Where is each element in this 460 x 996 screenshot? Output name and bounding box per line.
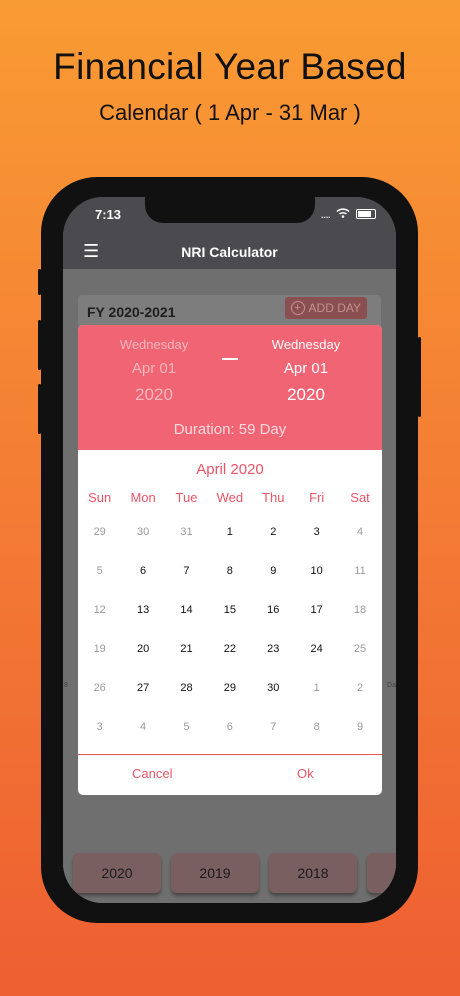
status-icons: .... xyxy=(321,207,376,221)
calendar-day[interactable]: 30 xyxy=(121,525,164,564)
promo-subline: Calendar ( 1 Apr - 31 Mar ) xyxy=(99,100,361,125)
side-fragment-right: Da xyxy=(387,682,396,689)
power-button xyxy=(418,337,421,417)
year-button-partial[interactable] xyxy=(367,853,396,893)
weekday-label: Mon xyxy=(130,490,156,505)
calendar-day[interactable]: 23 xyxy=(252,642,295,681)
calendar-day[interactable]: 8 xyxy=(208,564,251,603)
dialog-divider xyxy=(78,754,382,755)
phone-screen: 7:13 .... ☰ NRI Calculator FY 2020-2021 xyxy=(63,197,396,903)
to-weekday: Wednesday xyxy=(271,337,341,352)
nav-bar: ☰ NRI Calculator xyxy=(63,233,396,269)
calendar-day[interactable]: 22 xyxy=(208,642,251,681)
weekday-label: Sun xyxy=(88,490,112,505)
year-button[interactable]: 2020 xyxy=(73,853,161,893)
ok-button[interactable]: Ok xyxy=(297,766,314,781)
status-time: 7:13 xyxy=(95,207,122,222)
calendar-week-row: 19 20 21 22 23 24 25 xyxy=(78,642,382,681)
from-month-day: Apr 01 xyxy=(131,360,177,377)
from-year: 2020 xyxy=(135,385,173,404)
calendar-day[interactable]: 5 xyxy=(78,564,121,603)
calendar-day[interactable]: 29 xyxy=(208,681,251,720)
calendar-day[interactable]: 12 xyxy=(78,603,121,642)
weekday-label: Wed xyxy=(216,490,244,505)
signal-icon: .... xyxy=(320,207,331,221)
phone-frame: 7:13 .... ☰ NRI Calculator FY 2020-2021 xyxy=(38,177,421,923)
add-day-button[interactable]: + ADD DAY xyxy=(284,297,367,319)
calendar-day[interactable]: 17 xyxy=(295,603,338,642)
calendar-day[interactable]: 26 xyxy=(78,681,121,720)
mute-switch xyxy=(38,269,41,295)
to-month-day: Apr 01 xyxy=(283,360,329,377)
year-button-row: 2020 2019 2018 xyxy=(73,853,396,893)
duration-label: Duration: 59 Day xyxy=(173,421,287,438)
calendar-day[interactable]: 27 xyxy=(121,681,164,720)
add-circle-icon: + xyxy=(290,301,305,315)
calendar-week-row: 12 13 14 15 16 17 18 xyxy=(78,603,382,642)
calendar-day[interactable]: 2 xyxy=(338,681,381,720)
year-button[interactable]: 2018 xyxy=(269,853,357,893)
from-weekday: Wednesday xyxy=(119,337,189,352)
battery-icon xyxy=(356,209,376,219)
calendar-day[interactable]: 7 xyxy=(165,564,208,603)
notch xyxy=(145,197,315,223)
calendar-week-row: 29 30 31 1 2 3 4 xyxy=(78,525,382,564)
calendar-day[interactable]: 10 xyxy=(295,564,338,603)
calendar-week-row: 5 6 7 8 9 10 11 xyxy=(78,564,382,603)
fy-title: FY 2020-2021 xyxy=(87,304,176,320)
calendar-day[interactable]: 2 xyxy=(252,525,295,564)
calendar-day[interactable]: 18 xyxy=(338,603,381,642)
calendar-day[interactable]: 25 xyxy=(338,642,381,681)
side-fragment-left: 8 xyxy=(64,682,68,689)
calendar-day[interactable]: 29 xyxy=(78,525,121,564)
year-button[interactable]: 2019 xyxy=(171,853,259,893)
volume-up-button xyxy=(38,320,41,370)
calendar-day[interactable]: 28 xyxy=(165,681,208,720)
calendar-day[interactable]: 31 xyxy=(165,525,208,564)
weekday-label: Fri xyxy=(309,490,325,505)
calendar-day[interactable]: 9 xyxy=(252,564,295,603)
volume-down-button xyxy=(38,384,41,434)
calendar-day[interactable]: 4 xyxy=(338,525,381,564)
calendar-day[interactable]: 6 xyxy=(121,564,164,603)
calendar-day[interactable]: 13 xyxy=(121,603,164,642)
weekday-label: Sat xyxy=(350,490,370,505)
date-range-dialog: Wednesday Apr 01 2020 Wednesday Apr 01 2… xyxy=(78,325,382,795)
cancel-button[interactable]: Cancel xyxy=(132,766,172,781)
calendar-day[interactable]: 1 xyxy=(208,525,251,564)
weekday-label: Thu xyxy=(262,490,285,505)
calendar-day[interactable]: 11 xyxy=(338,564,381,603)
calendar-day[interactable]: 16 xyxy=(252,603,295,642)
add-day-label: ADD DAY xyxy=(308,301,361,315)
calendar-day[interactable]: 20 xyxy=(121,642,164,681)
calendar-day[interactable]: 3 xyxy=(295,525,338,564)
calendar-day[interactable]: 21 xyxy=(165,642,208,681)
from-date[interactable]: Wednesday Apr 01 2020 xyxy=(94,337,214,405)
wifi-icon xyxy=(336,207,350,221)
weekday-label: Tue xyxy=(175,490,198,505)
calendar-day[interactable]: 30 xyxy=(252,681,295,720)
dialog-header: Wednesday Apr 01 2020 Wednesday Apr 01 2… xyxy=(78,325,382,450)
calendar-day[interactable]: 19 xyxy=(78,642,121,681)
calendar-week-row: 26 27 28 29 30 1 2 xyxy=(78,681,382,720)
to-date[interactable]: Wednesday Apr 01 2020 xyxy=(246,337,366,405)
to-year: 2020 xyxy=(287,385,325,404)
range-dash xyxy=(222,358,238,360)
calendar-day[interactable]: 14 xyxy=(165,603,208,642)
calendar-day[interactable]: 1 xyxy=(295,681,338,720)
main-content: FY 2020-2021 + ADD DAY 8 Da Wednesday Ap… xyxy=(63,269,396,903)
nav-title: NRI Calculator xyxy=(181,244,278,260)
fy-card: FY 2020-2021 + ADD DAY xyxy=(78,295,381,329)
calendar-grid: Sun Mon Tue Wed Thu Fri Sat 29 30 31 1 2 3 4 5 6 7 8 9 10 1… xyxy=(78,491,382,759)
promo-headline: Financial Year Based xyxy=(53,46,407,87)
calendar-day[interactable]: 15 xyxy=(208,603,251,642)
weekday-header-row: Sun Mon Tue Wed Thu Fri Sat xyxy=(78,491,382,525)
calendar-day[interactable]: 24 xyxy=(295,642,338,681)
month-title: April 2020 xyxy=(196,461,264,478)
